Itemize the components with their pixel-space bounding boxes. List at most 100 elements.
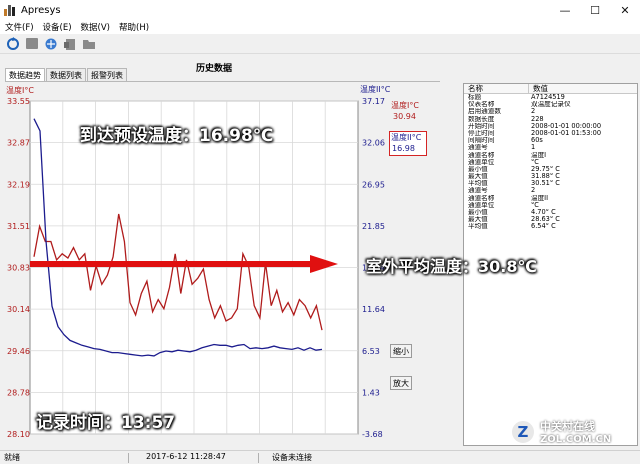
left-tick-label: 30.83	[7, 264, 30, 273]
info-cell-name: 标题	[468, 94, 482, 101]
info-cell-name: 仪表名称	[468, 101, 495, 109]
zoom-in-button[interactable]: 放大	[390, 376, 412, 390]
info-cell-name: 平均值	[468, 180, 488, 188]
info-cell-name: 通道号	[468, 187, 488, 195]
info-cell-value: 2	[531, 108, 536, 116]
stop-icon[interactable]	[24, 36, 40, 51]
right-tick-label: 11.64	[362, 305, 385, 314]
table-row: 仪表名称 双温度记录仪	[464, 101, 637, 108]
info-cell-name: 间隔时间	[468, 137, 495, 145]
status-divider	[258, 453, 259, 463]
right-tick-label: 6.53	[362, 347, 380, 356]
table-row: 通道名称 温度II	[464, 195, 637, 202]
tab-data-trend[interactable]: 数据趋势	[5, 68, 45, 81]
right-tick-label: 32.06	[362, 139, 385, 148]
app-bars-icon	[4, 4, 16, 16]
toolbar	[0, 34, 640, 54]
right-axis-title: 温度II°C	[360, 84, 391, 94]
table-row: 通道号 2	[464, 187, 637, 194]
menu-file[interactable]: 文件(F)	[5, 21, 34, 33]
tab-bar: 数据趋势 数据列表 报警列表	[5, 68, 128, 81]
left-tick-label: 32.19	[7, 180, 30, 189]
left-axis-title: 温度I°C	[6, 85, 34, 95]
info-cell-name: 通道单位	[468, 201, 495, 209]
info-cell-name: 通道号	[468, 144, 488, 152]
legend-t2-value: 16.98	[392, 144, 415, 153]
maximize-button[interactable]: ☐	[580, 0, 610, 20]
info-cell-value: 6.54° C	[531, 223, 556, 231]
info-cell-name: 通道名称	[468, 194, 495, 202]
table-row: 平均值 6.54° C	[464, 223, 637, 230]
table-row: 开始时间 2008-01-01 00:00:00	[464, 123, 637, 130]
refresh-icon[interactable]	[5, 36, 21, 51]
right-tick-label: 37.17	[362, 97, 385, 106]
window-title: Apresys	[21, 4, 61, 16]
info-cell-value: 2	[531, 187, 536, 195]
table-row: 最大值 31.88° C	[464, 173, 637, 180]
info-header-name: 名称	[464, 84, 529, 93]
info-cell-value: °C	[531, 158, 539, 166]
table-row: 通道单位 °C	[464, 159, 637, 166]
left-tick-label: 30.14	[7, 305, 30, 314]
app-window: Apresys — ☐ ✕ 文件(F) 设备(E) 数据(V) 帮助(H) 历史…	[0, 0, 640, 464]
legend-t2-box: 温度II°C 16.98	[389, 131, 427, 156]
info-cell-name: 数据长度	[468, 115, 495, 123]
menu-device[interactable]: 设备(E)	[43, 21, 72, 33]
table-row: 通道单位 °C	[464, 202, 637, 209]
info-cell-name: 最大值	[468, 173, 488, 181]
close-button[interactable]: ✕	[610, 0, 640, 20]
info-cell-name: 启用通道数	[468, 108, 501, 116]
info-header-value: 数值	[533, 84, 548, 93]
info-cell-value: 温度I	[531, 151, 547, 159]
left-tick-label: 32.87	[7, 139, 30, 148]
minimize-button[interactable]: —	[550, 0, 580, 20]
left-tick-label: 29.46	[7, 347, 30, 356]
table-row: 最小值 29.75° C	[464, 166, 637, 173]
legend-t2-label: 温度II°C	[391, 133, 422, 142]
export-icon[interactable]	[62, 36, 78, 51]
info-cell-value: 1	[531, 144, 536, 152]
table-row: 最小值 4.70° C	[464, 209, 637, 216]
info-cell-value: 2008-01-01 00:00:00	[531, 122, 602, 130]
connect-icon[interactable]	[43, 36, 59, 51]
left-tick-label: 28.78	[7, 388, 30, 397]
menu-bar: 文件(F) 设备(E) 数据(V) 帮助(H)	[0, 20, 640, 34]
table-row: 数据长度 228	[464, 116, 637, 123]
title-bar: Apresys — ☐ ✕	[0, 0, 640, 20]
watermark-en: ZOL.COM.CN	[540, 434, 612, 445]
watermark-cn: 中关村在线	[540, 420, 595, 433]
zoom-out-button[interactable]: 缩小	[390, 344, 412, 358]
status-datetime: 2017-6-12 11:28:47	[146, 452, 226, 461]
tab-data-list[interactable]: 数据列表	[46, 68, 86, 81]
info-cell-value: 30.51° C	[531, 180, 560, 188]
menu-data[interactable]: 数据(V)	[81, 21, 110, 33]
tab-alarm-list[interactable]: 报警列表	[87, 68, 127, 81]
folder-icon[interactable]	[81, 36, 97, 51]
left-tick-label: 28.10	[7, 430, 30, 439]
info-cell-name: 通道单位	[468, 158, 495, 166]
status-divider	[128, 453, 129, 463]
info-header: 名称 数值	[464, 84, 637, 94]
overlay-record-time: 记录时间：13:57	[36, 413, 176, 433]
overlay-arrive-temp: 到达预设温度：16.98℃	[80, 126, 274, 146]
status-bar: 就绪 2017-6-12 11:28:47 设备未连接	[0, 450, 640, 464]
info-rows: 标题 A7124519 仪表名称 双温度记录仪 启用通道数 2 数据长度 228 开始时间 200…	[464, 94, 637, 231]
legend-t1-label: 温度I°C	[391, 101, 419, 110]
zol-logo-icon: Z	[510, 418, 536, 445]
table-row: 通道名称 温度I	[464, 152, 637, 159]
table-row: 最大值 28.63° C	[464, 216, 637, 223]
info-cell-name: 停止时间	[468, 129, 495, 137]
info-cell-name: 通道名称	[468, 151, 495, 159]
right-tick-label: 21.85	[362, 222, 385, 231]
table-row: 停止时间 2008-01-01 01:53:00	[464, 130, 637, 137]
right-tick-label: 1.43	[362, 388, 380, 397]
info-cell-value: 60s	[531, 137, 543, 145]
info-cell-value: °C	[531, 201, 539, 209]
info-cell-value: A7124519	[531, 94, 565, 101]
info-cell-value: 28.63° C	[531, 216, 560, 224]
info-cell-value: 228	[531, 115, 544, 123]
table-row: 间隔时间 60s	[464, 137, 637, 144]
info-cell-value: 29.75° C	[531, 165, 560, 173]
overlay-outdoor-avg: 室外平均温度：30.8℃	[366, 257, 537, 276]
menu-help[interactable]: 帮助(H)	[119, 21, 149, 33]
